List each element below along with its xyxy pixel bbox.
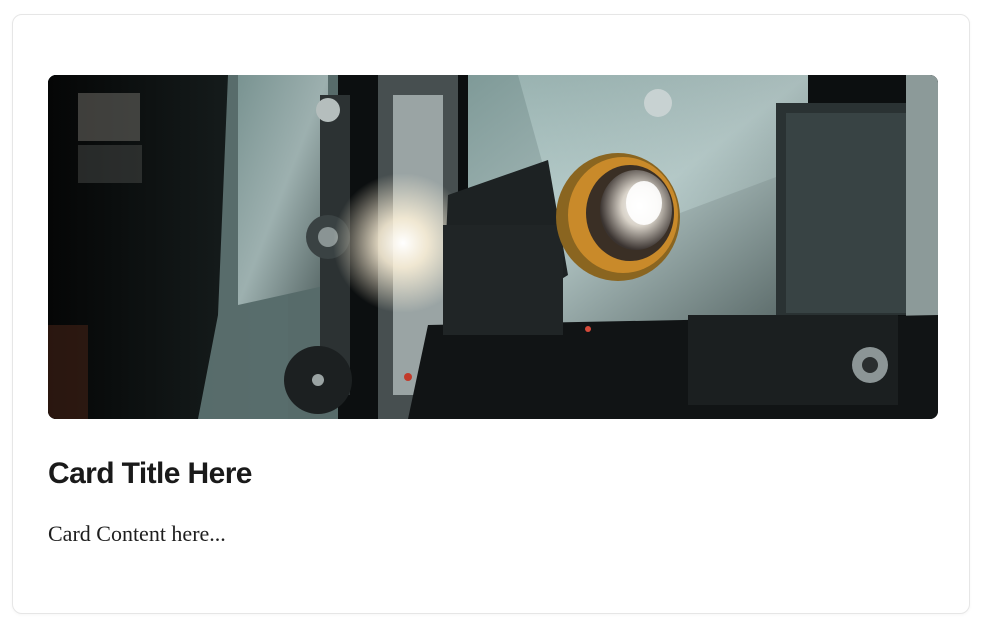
card-image: [48, 75, 938, 419]
card: Card Title Here Card Content here...: [12, 14, 970, 614]
card-content: Card Content here...: [48, 521, 226, 546]
card-title: Card Title Here: [48, 457, 252, 490]
projector-photo: [48, 75, 938, 419]
